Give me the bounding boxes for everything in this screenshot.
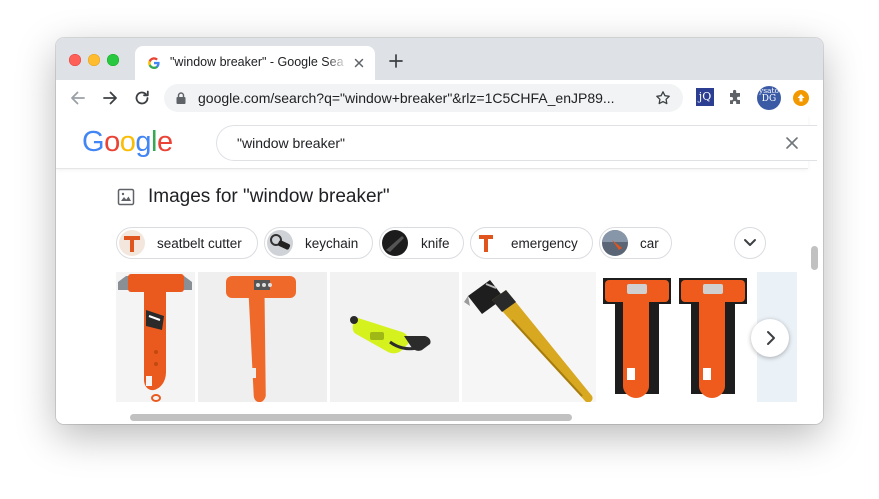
chip-label: seatbelt cutter xyxy=(157,236,242,251)
gold-handle-hammer-image xyxy=(464,280,593,402)
image-result[interactable] xyxy=(198,272,327,402)
minimize-window-button[interactable] xyxy=(88,54,100,66)
search-query-text[interactable]: "window breaker" xyxy=(237,135,345,151)
chip-seatbelt-cutter[interactable]: seatbelt cutter xyxy=(116,227,258,259)
google-header: Google "window breaker" xyxy=(56,116,817,169)
browser-toolbar: google.com/search?q="window+breaker"&rlz… xyxy=(56,80,823,116)
yellow-keychain-breaker-image xyxy=(350,316,431,354)
image-icon xyxy=(117,188,135,206)
logo-letter: G xyxy=(82,126,105,158)
bookmark-star-icon[interactable] xyxy=(655,90,671,106)
next-images-button[interactable] xyxy=(751,319,789,357)
chip-label: keychain xyxy=(305,236,359,251)
image-result[interactable] xyxy=(116,272,195,402)
address-bar[interactable]: google.com/search?q="window+breaker"&rlz… xyxy=(164,84,683,112)
image-result[interactable] xyxy=(599,272,754,402)
chip-knife[interactable]: knife xyxy=(379,227,464,259)
chip-emergency[interactable]: emergency xyxy=(470,227,593,259)
chip-thumbnail xyxy=(602,230,628,256)
chip-keychain[interactable]: keychain xyxy=(264,227,373,259)
browser-tab[interactable]: "window breaker" - Google Sea xyxy=(135,46,375,80)
update-available-icon[interactable] xyxy=(793,90,809,106)
image-result[interactable] xyxy=(330,272,459,402)
close-tab-icon[interactable] xyxy=(352,56,366,70)
profile-avatar[interactable]: ysato DG xyxy=(757,86,781,110)
browser-window: "window breaker" - Google Sea google.com… xyxy=(56,38,823,424)
tab-strip: "window breaker" - Google Sea xyxy=(56,38,823,80)
logo-letter: o xyxy=(104,126,120,158)
chip-thumbnail xyxy=(473,230,499,256)
chip-thumbnail xyxy=(119,230,145,256)
page-content: Google "window breaker" Images for "wind… xyxy=(56,116,823,424)
tab-title: "window breaker" - Google Sea xyxy=(170,55,348,71)
more-chips-button[interactable] xyxy=(734,227,766,259)
chip-thumbnail xyxy=(382,230,408,256)
logo-letter: e xyxy=(156,126,173,158)
orange-twin-hammers-image xyxy=(603,278,747,398)
orange-hammer-image xyxy=(226,276,296,402)
chip-thumbnail xyxy=(267,230,293,256)
orange-hammer-image xyxy=(118,274,192,402)
maximize-window-button[interactable] xyxy=(107,54,119,66)
chip-label: car xyxy=(640,236,659,251)
chip-label: knife xyxy=(421,236,450,251)
horizontal-scrollbar[interactable] xyxy=(130,414,572,421)
chip-car[interactable]: car xyxy=(599,227,672,259)
chevron-down-icon xyxy=(744,239,756,246)
reload-icon[interactable] xyxy=(132,88,152,108)
extensions-puzzle-icon[interactable] xyxy=(726,88,746,108)
logo-letter: g xyxy=(135,126,151,158)
lock-icon[interactable] xyxy=(176,92,186,104)
chevron-right-icon xyxy=(767,331,775,345)
google-logo[interactable]: Google xyxy=(82,126,173,158)
avatar-line-2: DG xyxy=(761,94,777,104)
jquery-extension-icon[interactable]: jQ xyxy=(696,88,714,106)
url-text[interactable]: google.com/search?q="window+breaker"&rlz… xyxy=(198,90,648,106)
logo-letter: o xyxy=(119,126,136,158)
close-window-button[interactable] xyxy=(69,54,81,66)
back-arrow-icon[interactable] xyxy=(68,88,88,108)
vertical-scrollbar[interactable] xyxy=(811,246,818,270)
forward-arrow-icon[interactable] xyxy=(100,88,120,108)
image-result[interactable] xyxy=(462,272,596,402)
google-favicon-icon xyxy=(148,57,160,69)
new-tab-icon[interactable] xyxy=(388,53,404,69)
search-input[interactable]: "window breaker" xyxy=(216,125,817,161)
clear-search-icon[interactable] xyxy=(785,136,799,150)
images-section-heading[interactable]: Images for "window breaker" xyxy=(148,186,390,208)
chip-label: emergency xyxy=(511,236,578,251)
